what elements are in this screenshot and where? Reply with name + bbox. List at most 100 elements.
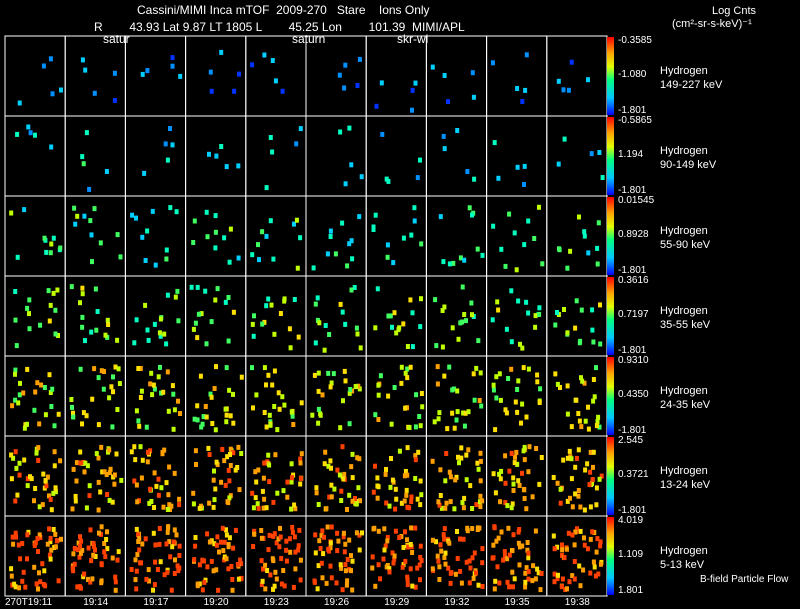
count-pixel [457,460,461,466]
count-pixel [278,525,282,531]
count-pixel [53,486,58,492]
count-pixel [146,449,150,455]
count-pixel [592,394,597,400]
count-pixel [389,456,393,461]
count-pixel [222,539,227,545]
count-pixel [443,478,448,484]
count-pixel [115,232,120,238]
count-pixel [34,450,39,456]
count-pixel [231,309,236,315]
count-pixel [49,404,54,409]
count-pixel [600,175,605,180]
count-pixel [287,326,292,332]
count-pixel [403,529,407,535]
count-pixel [158,559,163,565]
count-pixel [524,52,529,58]
count-pixel [58,458,63,464]
count-pixel [498,397,503,403]
count-pixel [556,161,561,167]
count-pixel [568,495,572,501]
count-pixel [329,465,333,471]
count-pixel [298,126,303,132]
count-pixel [517,483,522,488]
count-pixel [270,382,275,388]
count-pixel [96,422,101,428]
count-pixel [90,396,95,402]
count-pixel [527,444,532,450]
count-pixel [268,572,273,578]
count-pixel [173,557,177,563]
count-pixel [98,240,103,246]
count-pixel [432,419,437,425]
count-pixel [576,447,581,453]
count-pixel [297,527,302,533]
count-pixel [564,546,569,552]
count-pixel [214,542,219,548]
count-pixel [250,490,255,496]
count-pixel [175,288,180,294]
count-pixel [17,585,21,591]
count-pixel [455,529,459,534]
count-pixel [287,536,292,542]
count-pixel [461,505,466,511]
count-pixel [471,94,476,100]
count-pixel [14,534,19,540]
count-pixel [447,469,452,475]
count-pixel [478,478,483,484]
count-pixel [177,543,182,549]
count-pixel [298,475,303,481]
count-pixel [496,175,501,181]
count-pixel [357,56,362,62]
count-pixel [491,382,496,388]
count-pixel [34,581,39,587]
count-pixel [452,506,457,512]
count-pixel [157,526,162,531]
count-pixel [590,529,595,535]
colorbar-tick-max: -0.3585 [618,35,652,46]
count-pixel [264,303,269,309]
count-pixel [392,385,397,390]
count-pixel [436,558,441,564]
count-pixel [478,450,483,456]
count-pixel [200,421,205,427]
count-pixel [511,481,516,487]
count-pixel [405,472,410,478]
count-pixel [316,388,321,394]
count-pixel [340,444,345,450]
row-label: Hydrogen 24-35 keV [660,384,710,412]
count-pixel [515,164,520,170]
count-pixel [156,374,161,380]
count-pixel [526,218,531,224]
count-pixel [27,326,32,332]
count-pixel [273,78,278,84]
count-pixel [470,506,475,511]
count-pixel [578,504,583,510]
count-pixel [262,52,267,58]
count-pixel [326,370,331,376]
count-pixel [570,532,575,538]
count-pixel [294,217,299,223]
count-pixel [480,546,485,552]
count-pixel [454,417,459,423]
count-pixel [553,322,558,328]
count-pixel [580,378,585,384]
count-pixel [470,70,475,76]
count-pixel [503,263,508,269]
count-pixel [520,99,525,104]
count-pixel [516,298,521,304]
count-pixel [371,489,376,495]
count-pixel [223,482,228,488]
count-pixel [48,556,53,562]
count-pixel [177,553,182,558]
count-pixel [531,563,536,569]
count-pixel [357,547,362,553]
count-pixel [320,528,325,534]
count-pixel [252,531,257,537]
colorbar-tick-mid: 1.109 [618,549,644,560]
count-pixel [435,553,440,559]
count-pixel [168,554,173,560]
count-pixel [355,83,360,88]
count-pixel [28,130,33,136]
count-pixel [288,549,293,555]
count-pixel [152,321,157,327]
